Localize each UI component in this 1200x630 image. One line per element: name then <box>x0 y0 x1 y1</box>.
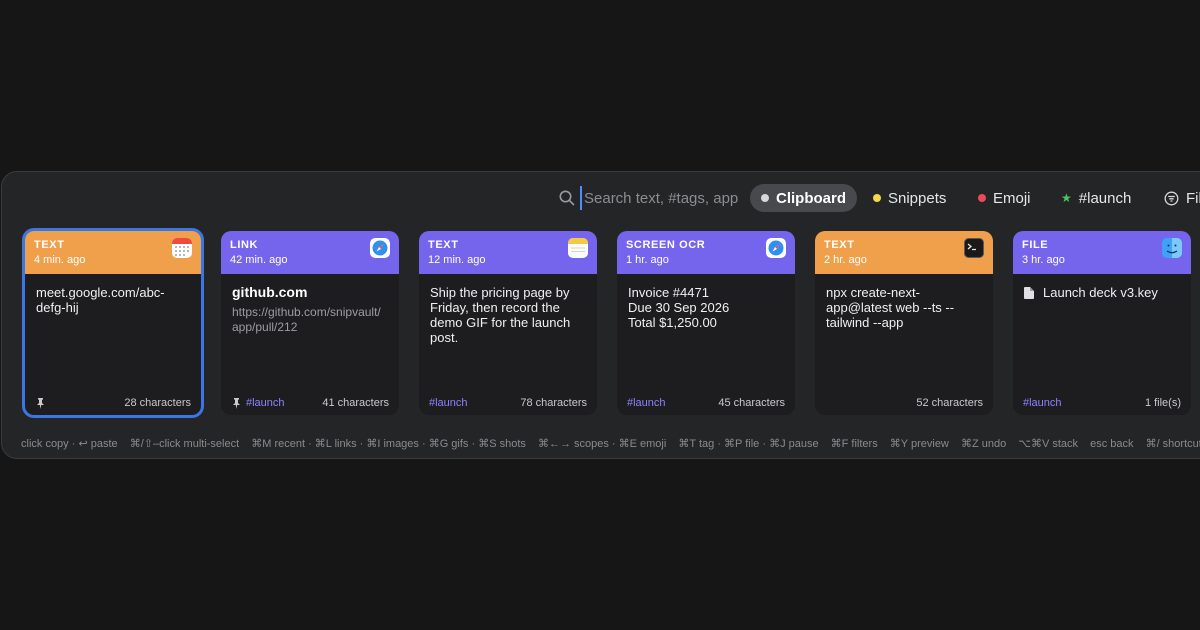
shortcut-hint: ⌥⌘V stack <box>1018 438 1079 450</box>
shortcut-hints: click copy · ↩ paste ⌘/⇧–click multi-sel… <box>21 437 1200 450</box>
clip-card[interactable]: FILE 3 hr. ago Launch deck v3.key #launc… <box>1013 231 1191 415</box>
clip-text: meet.google.com/abc-defg-hij <box>36 285 165 315</box>
card-type: TEXT <box>824 239 855 251</box>
card-header: TEXT 4 min. ago <box>25 231 201 274</box>
calendar-icon <box>172 238 192 258</box>
card-type: LINK <box>230 239 259 251</box>
shortcut-hint: ⌘←→ scopes · ⌘E emoji <box>537 438 667 450</box>
scope-launch-tag[interactable]: ★ #launch <box>1050 184 1142 212</box>
card-time: 1 hr. ago <box>626 254 669 266</box>
tag-label[interactable]: #launch <box>1023 397 1062 409</box>
scope-label: Filt <box>1186 189 1200 207</box>
file-name: Launch deck v3.key <box>1043 285 1158 300</box>
clip-card-selected[interactable]: TEXT 4 min. ago meet.google.com/abc-defg… <box>22 228 204 418</box>
char-count: 52 characters <box>916 397 983 409</box>
link-url[interactable]: https://github.com/snipvault/app/pull/21… <box>232 305 384 335</box>
card-footer: 28 characters <box>35 396 191 410</box>
char-count: 78 characters <box>520 397 587 409</box>
snippets-dot-icon <box>873 194 881 202</box>
shortcut-hint: ⌘T tag · ⌘P file · ⌘J pause <box>678 438 819 450</box>
filter-icon <box>1164 191 1179 205</box>
emoji-dot-icon <box>978 194 986 202</box>
pin-icon <box>233 397 240 409</box>
char-count: 45 characters <box>718 397 785 409</box>
shortcut-hint: esc back <box>1090 438 1134 450</box>
card-content: npx create-next-app@latest web --ts --ta… <box>815 274 993 330</box>
clipboard-panel: Clipboard Snippets Emoji ★ #launch Filt <box>1 171 1200 459</box>
card-time: 2 hr. ago <box>824 254 867 266</box>
scope-emoji[interactable]: Emoji <box>967 184 1042 212</box>
search-input[interactable] <box>580 186 742 210</box>
card-type: TEXT <box>428 239 459 251</box>
tag-label[interactable]: #launch <box>429 397 468 409</box>
safari-icon <box>370 238 390 258</box>
clipboard-dot-icon <box>761 194 769 202</box>
scope-clipboard[interactable]: Clipboard <box>750 184 857 212</box>
ocr-line: Total $1,250.00 <box>628 315 717 330</box>
shortcut-hint: ⌘F filters <box>830 438 878 450</box>
card-footer: #launch 41 characters <box>231 396 389 410</box>
card-type: SCREEN OCR <box>626 239 706 251</box>
file-count: 1 file(s) <box>1144 397 1181 409</box>
card-header: TEXT 2 hr. ago <box>815 231 993 274</box>
card-header: FILE 3 hr. ago <box>1013 231 1191 274</box>
card-header: TEXT 12 min. ago <box>419 231 597 274</box>
card-content: Ship the pricing page by Friday, then re… <box>419 274 597 345</box>
notes-icon <box>568 238 588 258</box>
link-title: github.com <box>232 284 308 300</box>
pin-group: #launch <box>231 397 285 409</box>
card-type: FILE <box>1022 239 1049 251</box>
tag-label[interactable]: #launch <box>246 397 285 409</box>
card-footer: #launch 78 characters <box>429 396 587 410</box>
pin-icon <box>35 397 46 409</box>
top-bar: Clipboard Snippets Emoji ★ #launch Filt <box>2 182 1200 214</box>
finder-icon <box>1162 238 1182 258</box>
card-footer: #launch 45 characters <box>627 396 785 410</box>
scope-snippets[interactable]: Snippets <box>862 184 957 212</box>
star-icon: ★ <box>1061 191 1072 205</box>
clip-card[interactable]: TEXT 12 min. ago Ship the pricing page b… <box>419 231 597 415</box>
document-icon <box>1024 286 1034 299</box>
card-header: LINK 42 min. ago <box>221 231 399 274</box>
card-time: 4 min. ago <box>34 254 86 266</box>
shortcut-hint: click copy · ↩ paste <box>21 438 118 450</box>
card-content: github.com https://github.com/snipvault/… <box>221 274 399 335</box>
clip-card[interactable]: SCREEN OCR 1 hr. ago Invoice #4471 Due 3… <box>617 231 795 415</box>
search-icon <box>559 190 575 206</box>
clip-text: npx create-next-app@latest web --ts --ta… <box>826 285 955 330</box>
shortcut-hint: ⌘/⇧–click multi-select <box>129 438 240 450</box>
card-type: TEXT <box>34 239 65 251</box>
shortcut-hint: ⌘M recent · ⌘L links · ⌘I images · ⌘G gi… <box>251 438 526 450</box>
card-time: 42 min. ago <box>230 254 288 266</box>
card-content: Launch deck v3.key <box>1013 274 1191 300</box>
char-count: 28 characters <box>124 397 191 409</box>
scope-label: #launch <box>1078 189 1132 207</box>
card-header: SCREEN OCR 1 hr. ago <box>617 231 795 274</box>
ocr-line: Due 30 Sep 2026 <box>628 300 730 315</box>
card-footer: #launch 1 file(s) <box>1023 396 1181 410</box>
scope-label: Emoji <box>993 189 1031 207</box>
clip-card[interactable]: LINK 42 min. ago github.com https://gith… <box>221 231 399 415</box>
char-count: 41 characters <box>322 397 389 409</box>
clip-text: Ship the pricing page by Friday, then re… <box>430 285 571 345</box>
shortcut-hint: ⌘/ shortcuts <box>1145 438 1200 450</box>
scope-label: Clipboard <box>776 189 846 207</box>
card-time: 12 min. ago <box>428 254 486 266</box>
terminal-icon <box>964 238 984 258</box>
shortcut-hint: ⌘Y preview <box>889 438 949 450</box>
card-content: Invoice #4471 Due 30 Sep 2026 Total $1,2… <box>617 274 795 330</box>
card-content: meet.google.com/abc-defg-hij <box>25 274 201 315</box>
file-row: Launch deck v3.key <box>1024 285 1181 300</box>
shortcut-hint: ⌘Z undo <box>960 438 1007 450</box>
safari-icon <box>766 238 786 258</box>
scope-filters[interactable]: Filt <box>1153 184 1200 212</box>
tag-label[interactable]: #launch <box>627 397 666 409</box>
card-time: 3 hr. ago <box>1022 254 1065 266</box>
card-footer: 52 characters <box>825 396 983 410</box>
clip-card[interactable]: TEXT 2 hr. ago npx create-next-app@lates… <box>815 231 993 415</box>
ocr-line: Invoice #4471 <box>628 285 709 300</box>
scope-label: Snippets <box>888 189 947 207</box>
